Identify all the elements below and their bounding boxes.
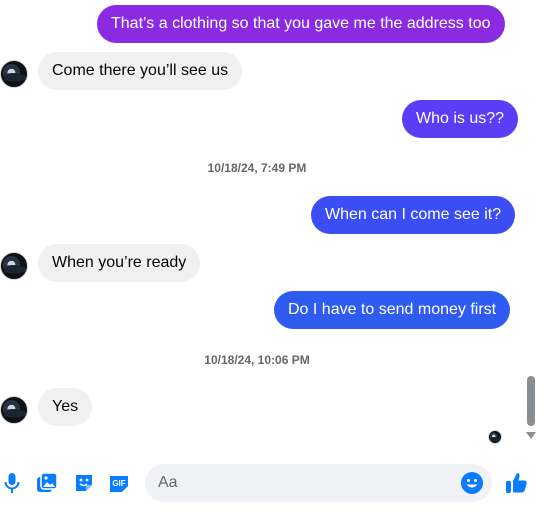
svg-text:GIF: GIF xyxy=(112,479,125,488)
scrollbar-thumb[interactable] xyxy=(527,376,535,426)
outgoing-message[interactable]: That’s a clothing so that you gave me th… xyxy=(97,5,505,43)
microphone-icon[interactable] xyxy=(0,471,24,495)
image-icon[interactable] xyxy=(35,471,59,495)
incoming-message[interactable]: Come there you’ll see us xyxy=(38,52,243,90)
scroll-down-arrow-icon[interactable] xyxy=(526,432,536,439)
incoming-message[interactable]: When you’re ready xyxy=(38,244,201,282)
message-composer: GIF xyxy=(0,455,545,516)
timestamp: 10/18/24, 7:49 PM xyxy=(207,161,307,175)
sticker-icon[interactable] xyxy=(72,471,96,495)
emoji-icon[interactable] xyxy=(460,471,484,495)
outgoing-message[interactable]: Who is us?? xyxy=(402,100,519,138)
timestamp: 10/18/24, 10:06 PM xyxy=(204,353,310,367)
scrollbar[interactable] xyxy=(524,0,538,455)
message-thread: That’s a clothing so that you gave me th… xyxy=(0,0,524,455)
outgoing-message[interactable]: Do I have to send money first xyxy=(274,291,511,329)
message-input-container[interactable] xyxy=(145,464,492,502)
contact-avatar[interactable] xyxy=(0,396,28,424)
seen-indicator-avatar xyxy=(488,430,502,444)
incoming-message[interactable]: Yes xyxy=(38,388,93,426)
gif-icon[interactable]: GIF xyxy=(107,471,131,495)
message-input[interactable] xyxy=(145,464,445,502)
thumbs-up-icon[interactable] xyxy=(504,469,530,497)
contact-avatar[interactable] xyxy=(0,252,28,280)
contact-avatar[interactable] xyxy=(0,60,28,88)
outgoing-message[interactable]: When can I come see it? xyxy=(311,196,516,234)
